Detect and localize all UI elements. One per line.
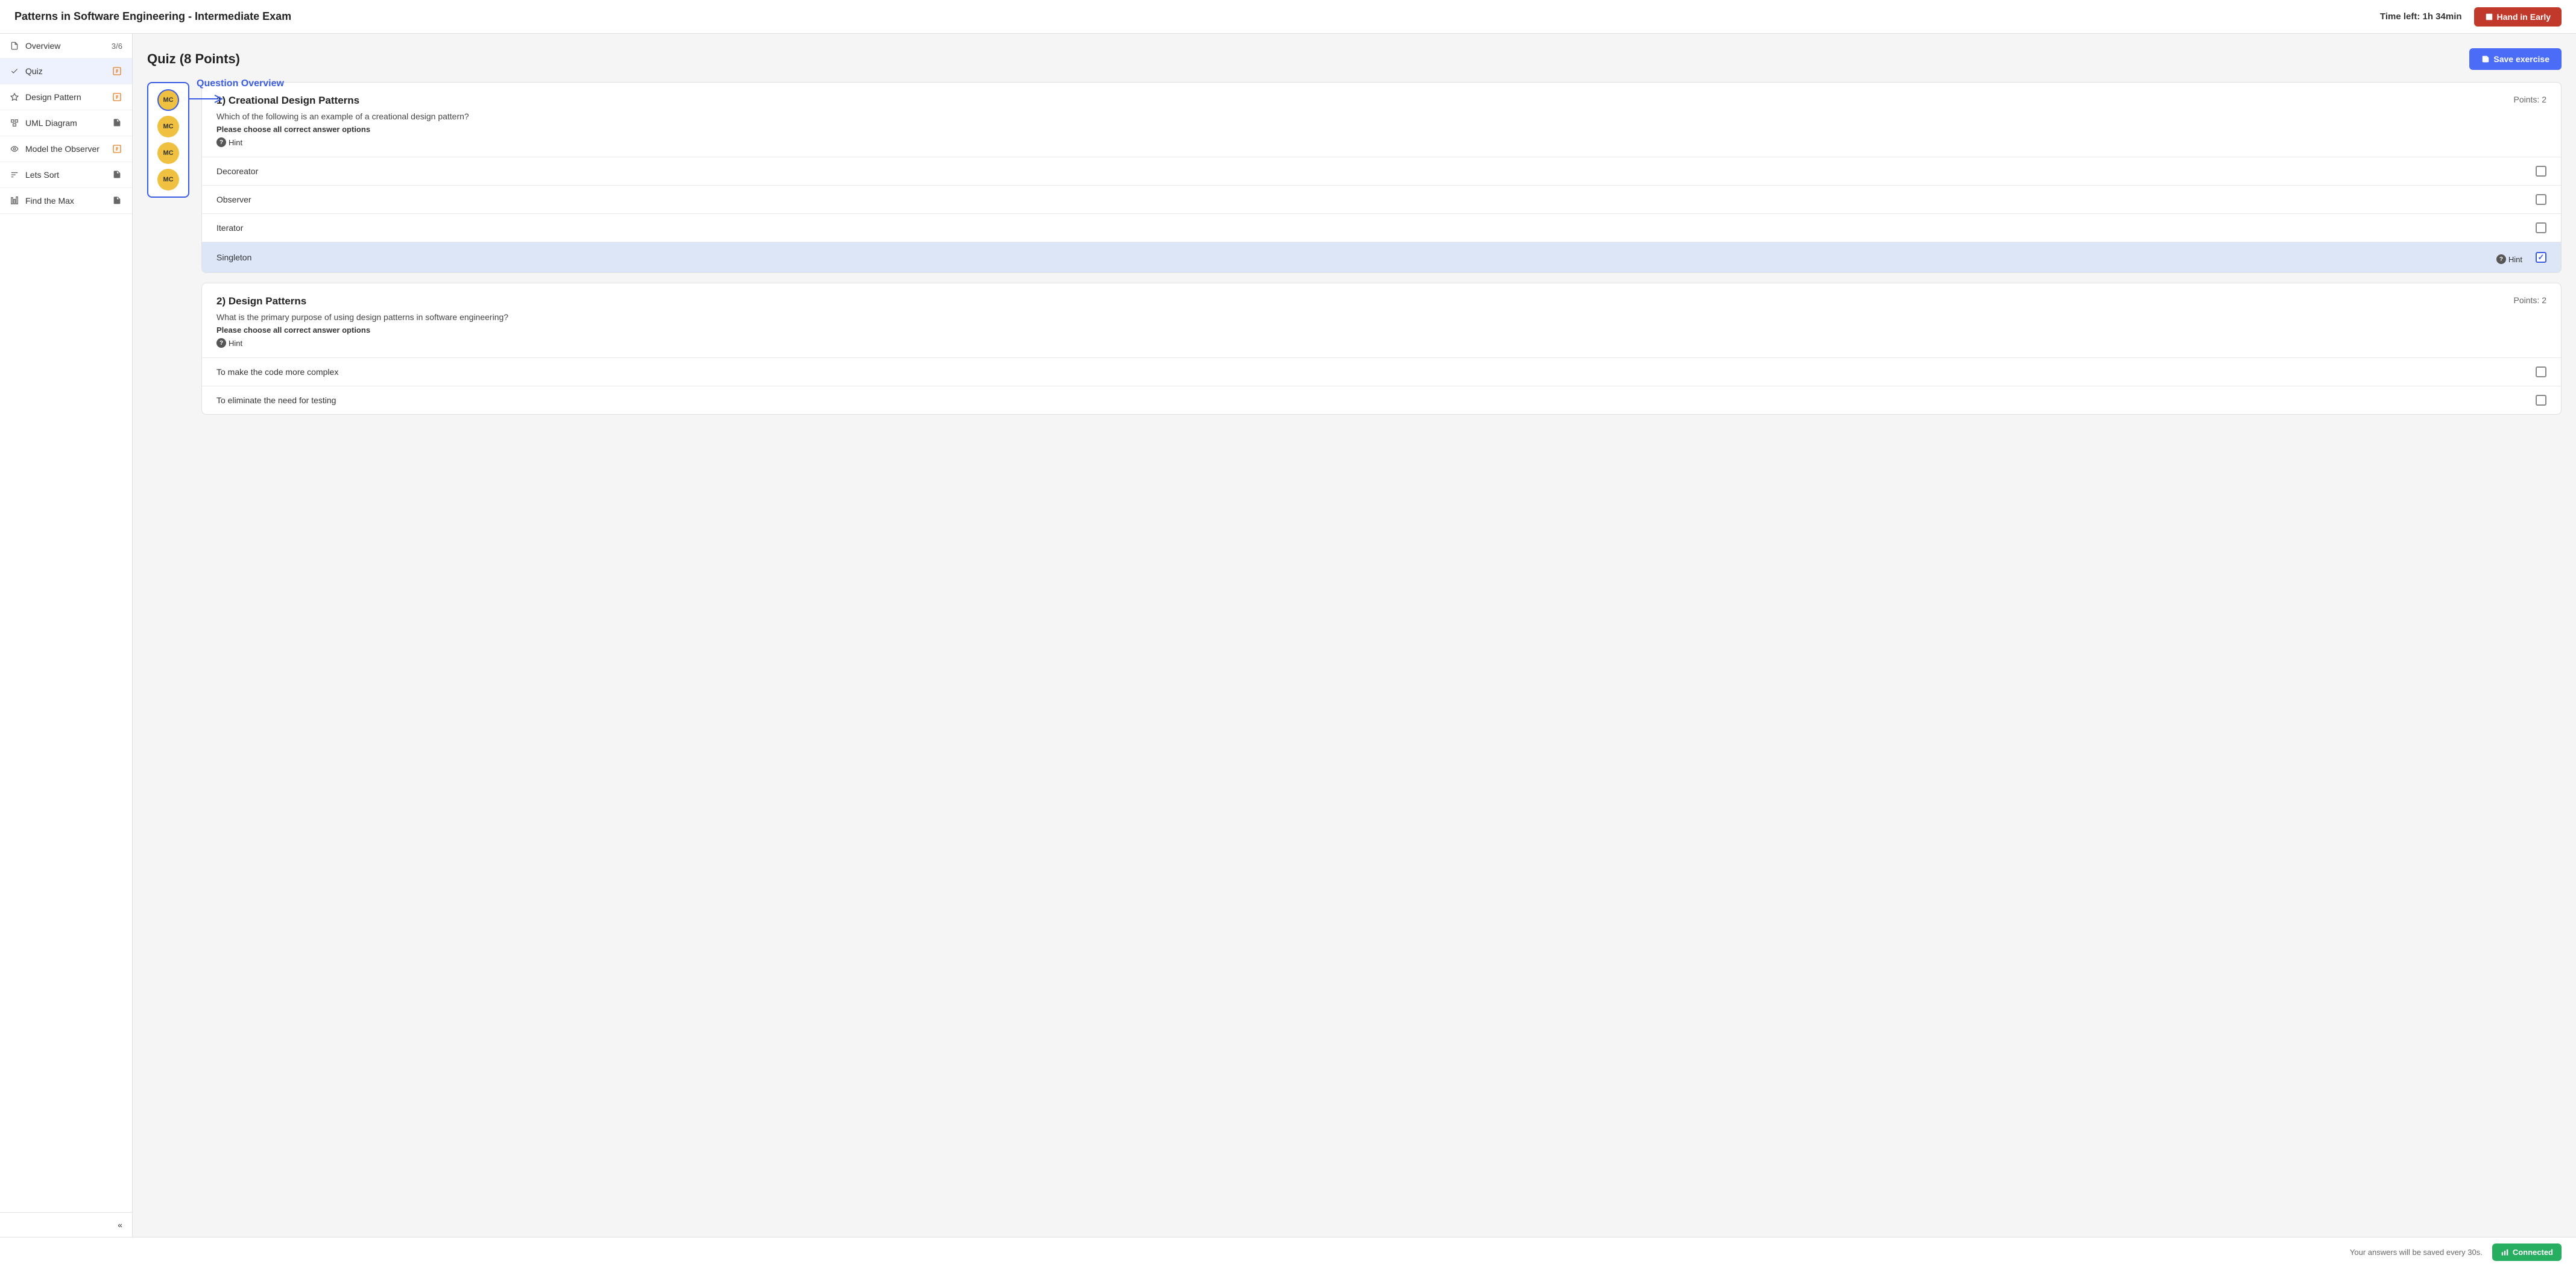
checkbox-2-1[interactable] (2536, 366, 2546, 377)
time-left: Time left: 1h 34min (2380, 11, 2462, 22)
sort-icon-right (112, 169, 122, 180)
connected-icon (2501, 1248, 2509, 1257)
mc-badge-2[interactable]: MC (157, 116, 179, 137)
answer-2-2-label: To eliminate the need for testing (216, 395, 336, 405)
hint-icon-2: ? (216, 338, 226, 348)
hint-label-1: Hint (229, 138, 242, 147)
hint-icon-1: ? (216, 137, 226, 147)
sidebar-label-observer: Model the Observer (25, 144, 99, 154)
doc-icon (10, 41, 19, 51)
uml-icon (10, 118, 19, 128)
mc-badge-3[interactable]: MC (157, 142, 179, 164)
pattern-icon (10, 92, 19, 102)
question-1-desc: Which of the following is an example of … (216, 112, 2546, 121)
save-icon (2481, 55, 2490, 63)
uml-icon-right (112, 118, 122, 128)
time-value: 1h 34min (2423, 11, 2462, 22)
sidebar-label-sort: Lets Sort (25, 170, 59, 180)
find-max-icon-right (112, 195, 122, 206)
sidebar-item-uml-diagram[interactable]: UML Diagram (0, 110, 132, 136)
question-2-desc: What is the primary purpose of using des… (216, 312, 2546, 322)
answer-1-3-label: Iterator (216, 223, 243, 233)
sort-icon (10, 170, 19, 180)
question-2-hint[interactable]: ? Hint (216, 338, 2546, 348)
hint-icon-singleton: ? (2496, 254, 2506, 264)
sidebar-label-uml: UML Diagram (25, 118, 77, 128)
sidebar-label-quiz: Quiz (25, 66, 43, 76)
question-overview-panel: Question Overview MC MC MC MC (147, 82, 189, 198)
hand-in-button[interactable]: Hand in Early (2474, 7, 2562, 27)
hand-in-icon (2485, 13, 2493, 21)
exam-title: Patterns in Software Engineering - Inter… (14, 10, 291, 23)
checkbox-1-2[interactable] (2536, 194, 2546, 205)
observer-icon-right (112, 143, 122, 154)
checkbox-1-1[interactable] (2536, 166, 2546, 177)
main-title: Quiz (8 Points) (147, 51, 240, 67)
save-exercise-button[interactable]: Save exercise (2469, 48, 2562, 70)
sidebar-label-design-pattern: Design Pattern (25, 92, 81, 102)
hint-label-singleton: Hint (2508, 255, 2522, 264)
answer-1-2-label: Observer (216, 195, 251, 204)
checkbox-1-3[interactable] (2536, 222, 2546, 233)
answer-1-4-label: Singleton (216, 253, 251, 262)
question-2-answers: To make the code more complex To elimina… (202, 357, 2561, 414)
max-icon (10, 196, 19, 206)
question-1-title: 1) Creational Design Patterns (216, 95, 359, 107)
sidebar: Overview 3/6 Quiz Design Patter (0, 34, 133, 1237)
question-1-instruction: Please choose all correct answer options (216, 125, 2546, 134)
body: Overview 3/6 Quiz Design Patter (0, 34, 2576, 1237)
design-icon-right (112, 92, 122, 102)
checkbox-1-4[interactable] (2536, 252, 2546, 263)
header: Patterns in Software Engineering - Inter… (0, 0, 2576, 34)
overview-badge: 3/6 (112, 42, 122, 51)
answer-1-4-hint[interactable]: ? Hint (2496, 254, 2522, 264)
questions-area: 1) Creational Design Patterns Points: 2 … (201, 82, 2562, 415)
answer-2-2[interactable]: To eliminate the need for testing (202, 386, 2561, 414)
mc-badge-4[interactable]: MC (157, 169, 179, 190)
mc-badge-1[interactable]: MC (157, 89, 179, 111)
sidebar-item-design-pattern[interactable]: Design Pattern (0, 84, 132, 110)
question-1-points: Points: 2 (2514, 95, 2546, 104)
question-2-points: Points: 2 (2514, 295, 2546, 305)
sidebar-item-quiz[interactable]: Quiz (0, 58, 132, 84)
question-card-1: 1) Creational Design Patterns Points: 2 … (201, 82, 2562, 273)
question-2-instruction: Please choose all correct answer options (216, 325, 2546, 335)
question-1-header: 1) Creational Design Patterns Points: 2 … (202, 83, 2561, 147)
sidebar-label-overview: Overview (25, 41, 60, 51)
checkbox-2-2[interactable] (2536, 395, 2546, 406)
sidebar-item-overview[interactable]: Overview 3/6 (0, 34, 132, 58)
sidebar-collapse-button[interactable]: « (0, 1212, 132, 1237)
hint-label-2: Hint (229, 339, 242, 348)
main-content: Quiz (8 Points) Save exercise Question O… (133, 34, 2576, 1237)
quiz-icon-right (112, 66, 122, 77)
main-header: Quiz (8 Points) Save exercise (147, 48, 2562, 70)
answer-1-1-label: Decoreator (216, 166, 258, 176)
question-1-answers: Decoreator Observer Iterat (202, 157, 2561, 272)
observer-icon (10, 144, 19, 154)
bottom-bar: Your answers will be saved every 30s. Co… (0, 1237, 2576, 1267)
answer-1-2[interactable]: Observer (202, 185, 2561, 213)
sidebar-item-find-max[interactable]: Find the Max (0, 188, 132, 214)
answer-2-1-label: To make the code more complex (216, 367, 338, 377)
question-2-title: 2) Design Patterns (216, 295, 306, 307)
answer-1-4[interactable]: Singleton ? Hint (202, 242, 2561, 272)
question-2-header: 2) Design Patterns Points: 2 What is the… (202, 283, 2561, 348)
sidebar-item-lets-sort[interactable]: Lets Sort (0, 162, 132, 188)
quiz-content-area: Question Overview MC MC MC MC 1) Creatio (147, 82, 2562, 415)
answer-1-1[interactable]: Decoreator (202, 157, 2561, 185)
overview-arrow (188, 94, 224, 104)
autosave-text: Your answers will be saved every 30s. (2350, 1248, 2483, 1257)
sidebar-label-find-max: Find the Max (25, 196, 74, 206)
overview-label: Question Overview (197, 78, 284, 89)
connected-badge: Connected (2492, 1243, 2562, 1261)
check-icon (10, 66, 19, 76)
question-card-2: 2) Design Patterns Points: 2 What is the… (201, 283, 2562, 415)
header-right: Time left: 1h 34min Hand in Early (2380, 7, 2562, 27)
question-1-hint[interactable]: ? Hint (216, 137, 2546, 147)
answer-2-1[interactable]: To make the code more complex (202, 357, 2561, 386)
sidebar-item-model-observer[interactable]: Model the Observer (0, 136, 132, 162)
answer-1-3[interactable]: Iterator (202, 213, 2561, 242)
